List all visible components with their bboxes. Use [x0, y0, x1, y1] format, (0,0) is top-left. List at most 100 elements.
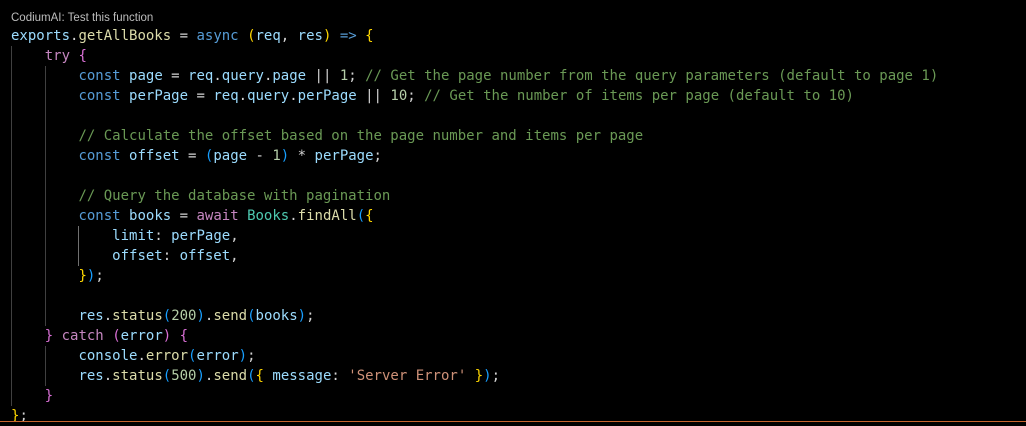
indentation	[11, 248, 112, 264]
code-token-bracket-blue: )	[196, 368, 205, 384]
code-token-bracket-blue: )	[238, 348, 248, 364]
indent-guide	[44, 346, 46, 366]
code-token-text: :	[154, 228, 172, 244]
code-token-bracket-gold: }	[474, 368, 484, 384]
code-token-identifier: req	[213, 88, 239, 104]
code-token-keyword-control: await	[196, 208, 239, 224]
code-token-number: 500	[171, 368, 197, 384]
code-token-comment: // Query the database with pagination	[78, 188, 391, 204]
code-token-text: =	[171, 28, 197, 44]
code-token-class: Books	[247, 208, 290, 224]
code-line: }	[11, 386, 1026, 406]
code-line: offset: offset,	[11, 246, 1026, 266]
code-token-text: .	[289, 88, 298, 104]
code-token-identifier: perPage	[171, 228, 231, 244]
code-token-text: ,	[230, 248, 239, 264]
code-token-identifier: res	[297, 28, 323, 44]
code-token-comment: // Get the page number from the query pa…	[365, 68, 939, 84]
indentation	[11, 328, 45, 344]
code-token-identifier: perPage	[129, 88, 189, 104]
code-token-bracket-gold: }	[78, 268, 87, 284]
indent-guide	[11, 126, 12, 146]
code-token-bracket-purple: (	[112, 328, 121, 344]
code-token-identifier: console	[78, 348, 138, 364]
indent-guide	[44, 266, 46, 286]
code-token-bracket-blue: (	[356, 208, 366, 224]
code-token-bracket-blue: )	[280, 148, 290, 164]
codelens-test-function[interactable]: CodiumAI: Test this function	[11, 10, 153, 26]
code-token-identifier: page	[213, 148, 248, 164]
indent-guide	[11, 346, 12, 366]
code-token-bracket-blue: (	[162, 368, 172, 384]
code-line: const page = req.query.page || 1; // Get…	[11, 66, 1026, 86]
code-token-bracket-purple: )	[162, 328, 172, 344]
code-editor[interactable]: exports. getAllBooks = async ( req, res) =…	[11, 26, 1026, 426]
indent-guide	[11, 246, 12, 266]
code-token-text: *	[289, 148, 315, 164]
code-token-comment: // Get the number of items per page (def…	[424, 88, 854, 104]
indentation	[11, 228, 112, 244]
code-token-bracket-blue: )	[483, 368, 492, 384]
code-token-bracket-purple: }	[44, 388, 54, 404]
code-line: const books = await Books.findAll({	[11, 206, 1026, 226]
indent-guide	[11, 66, 12, 86]
code-token-identifier: exports	[11, 28, 71, 44]
code-token-text: ;	[491, 368, 501, 384]
code-token-text: ;	[348, 68, 366, 84]
code-token-identifier: res	[78, 368, 104, 384]
code-token-keyword-storage: =>	[339, 28, 357, 44]
code-token-identifier: req	[255, 28, 281, 44]
code-token-identifier: perPage	[314, 148, 374, 164]
indent-guide	[44, 246, 46, 266]
indent-guide	[11, 86, 12, 106]
code-token-function: status	[112, 368, 163, 384]
indent-guide	[44, 226, 46, 246]
code-token-number: 10	[390, 88, 408, 104]
code-token-keyword-control: catch	[61, 328, 104, 344]
code-line: const perPage = req.query.perPage || 10;…	[11, 86, 1026, 106]
code-token-bracket-blue: )	[196, 308, 205, 324]
code-token-identifier: message	[272, 368, 332, 384]
indent-guide	[44, 86, 46, 106]
code-token-number: 1	[272, 148, 281, 164]
code-token-identifier: error	[196, 348, 239, 364]
indent-guide	[11, 286, 12, 306]
code-line: const offset = (page - 1) * perPage;	[11, 146, 1026, 166]
code-line: } catch (error) {	[11, 326, 1026, 346]
code-token-identifier: offset	[179, 248, 231, 264]
indent-guide	[11, 306, 12, 326]
code-token-identifier: limit	[112, 228, 155, 244]
code-token-keyword-storage: async	[196, 28, 239, 44]
indent-guide	[44, 286, 46, 306]
code-token-keyword-storage: const	[78, 148, 121, 164]
indent-guide	[11, 106, 12, 126]
code-token-identifier: offset	[112, 248, 163, 264]
indentation	[11, 48, 45, 64]
indent-guide	[11, 226, 12, 246]
code-token-identifier: offset	[129, 148, 180, 164]
code-token-function: findAll	[297, 208, 357, 224]
code-line: try {	[11, 46, 1026, 66]
code-token-bracket-purple: {	[179, 328, 189, 344]
code-token-bracket-blue: (	[247, 368, 256, 384]
code-token-function: getAllBooks	[78, 28, 172, 44]
code-line: };	[11, 406, 1026, 426]
code-token-identifier: query	[221, 68, 264, 84]
code-token-string: 'Server Error'	[348, 368, 467, 384]
indent-guide	[44, 186, 46, 206]
indent-guide	[11, 326, 12, 346]
code-line: });	[11, 266, 1026, 286]
code-token-bracket-blue: )	[297, 308, 307, 324]
indent-guide	[11, 266, 12, 286]
code-token-text: =	[188, 88, 214, 104]
code-token-text: =	[171, 208, 197, 224]
indent-guide	[11, 186, 12, 206]
code-token-text: ||	[356, 88, 391, 104]
code-token-function: status	[112, 308, 163, 324]
indent-guide	[44, 366, 46, 386]
code-token-text: .	[213, 68, 222, 84]
